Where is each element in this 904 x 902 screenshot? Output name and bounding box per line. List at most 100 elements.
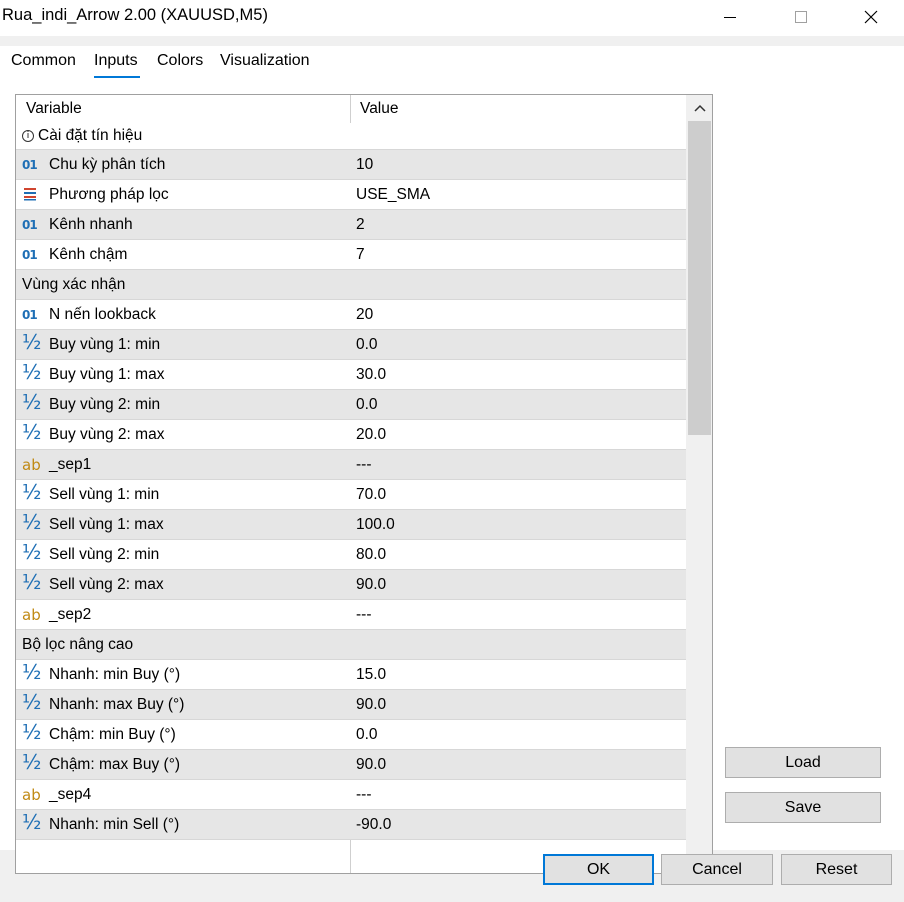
double-icon: ½ bbox=[22, 810, 42, 834]
parameter-row[interactable]: ½ Chậm: max Buy (°) 90.0 bbox=[16, 750, 686, 780]
parameter-value[interactable]: --- bbox=[356, 456, 372, 474]
parameter-row[interactable]: 01 Chu kỳ phân tích 10 bbox=[16, 150, 686, 180]
tabs-spacer bbox=[0, 36, 904, 46]
parameter-value[interactable]: 20.0 bbox=[356, 426, 386, 444]
group-row[interactable]: i Cài đặt tín hiệu bbox=[16, 123, 686, 150]
parameter-name: Nhanh: min Buy (°) bbox=[49, 666, 181, 683]
parameter-value[interactable]: -90.0 bbox=[356, 816, 391, 834]
parameter-value[interactable]: 80.0 bbox=[356, 546, 386, 564]
tab-visualization[interactable]: Visualization bbox=[220, 52, 310, 70]
integer-icon: 01 bbox=[22, 218, 38, 232]
close-button[interactable] bbox=[848, 0, 894, 34]
parameter-name: N nến lookback bbox=[49, 306, 156, 323]
parameter-name: Phương pháp lọc bbox=[49, 186, 169, 203]
grid-rows: i Cài đặt tín hiệu 01 Chu kỳ phân tích 10 Phư… bbox=[16, 123, 686, 840]
double-icon: ½ bbox=[22, 720, 42, 744]
parameter-value[interactable]: 90.0 bbox=[356, 696, 386, 714]
parameter-value[interactable]: 90.0 bbox=[356, 756, 386, 774]
parameter-row[interactable]: ½ Sell vùng 1: min 70.0 bbox=[16, 480, 686, 510]
parameter-value[interactable]: 15.0 bbox=[356, 666, 386, 684]
dialog-content: Common Inputs Colors Visualization Varia… bbox=[0, 46, 904, 874]
parameter-row[interactable]: 01 Kênh nhanh 2 bbox=[16, 210, 686, 240]
parameter-name: Nhanh: max Buy (°) bbox=[49, 696, 185, 713]
ok-button[interactable]: OK bbox=[543, 854, 654, 885]
enum-list-icon bbox=[22, 186, 42, 204]
cancel-button[interactable]: Cancel bbox=[661, 854, 773, 885]
scroll-up-button[interactable] bbox=[686, 95, 712, 121]
group-row[interactable]: Bộ lọc nâng cao bbox=[16, 630, 686, 660]
header-variable[interactable]: Variable bbox=[26, 100, 82, 118]
parameter-row[interactable]: ½ Sell vùng 1: max 100.0 bbox=[16, 510, 686, 540]
parameter-value[interactable]: 90.0 bbox=[356, 576, 386, 594]
reset-button[interactable]: Reset bbox=[781, 854, 892, 885]
parameter-name: Buy vùng 2: min bbox=[49, 396, 161, 413]
parameter-value[interactable]: 10 bbox=[356, 156, 373, 174]
parameter-value[interactable]: --- bbox=[356, 606, 372, 624]
parameter-name: _sep2 bbox=[49, 606, 92, 623]
parameter-row[interactable]: ab _sep2 --- bbox=[16, 600, 686, 630]
parameter-row[interactable]: Phương pháp lọc USE_SMA bbox=[16, 180, 686, 210]
parameter-name: Kênh chậm bbox=[49, 246, 128, 263]
parameter-value[interactable]: 0.0 bbox=[356, 726, 378, 744]
parameter-row[interactable]: ½ Buy vùng 1: min 0.0 bbox=[16, 330, 686, 360]
parameter-value[interactable]: 0.0 bbox=[356, 336, 378, 354]
double-icon: ½ bbox=[22, 480, 42, 504]
inputs-grid: Variable Value i Cài đặt tín hiệu 01 Chu kỳ… bbox=[15, 94, 713, 874]
parameter-row[interactable]: ½ Chậm: min Buy (°) 0.0 bbox=[16, 720, 686, 750]
tab-common[interactable]: Common bbox=[11, 52, 76, 70]
group-row[interactable]: Vùng xác nhận bbox=[16, 270, 686, 300]
parameter-name: Sell vùng 1: max bbox=[49, 516, 164, 533]
parameter-row[interactable]: ab _sep1 --- bbox=[16, 450, 686, 480]
tab-colors[interactable]: Colors bbox=[157, 52, 203, 70]
double-icon: ½ bbox=[22, 510, 42, 534]
parameter-value[interactable]: 30.0 bbox=[356, 366, 386, 384]
parameter-row[interactable]: ½ Buy vùng 2: min 0.0 bbox=[16, 390, 686, 420]
parameter-name: _sep1 bbox=[49, 456, 92, 473]
parameter-row[interactable]: ½ Nhanh: min Sell (°) -90.0 bbox=[16, 810, 686, 840]
parameter-row[interactable]: 01 N nến lookback 20 bbox=[16, 300, 686, 330]
parameter-value[interactable]: 70.0 bbox=[356, 486, 386, 504]
parameter-value[interactable]: 0.0 bbox=[356, 396, 378, 414]
maximize-button[interactable] bbox=[778, 0, 824, 34]
parameter-row[interactable]: 01 Kênh chậm 7 bbox=[16, 240, 686, 270]
double-icon: ½ bbox=[22, 690, 42, 714]
parameter-value[interactable]: 2 bbox=[356, 216, 365, 234]
grid-header: Variable Value bbox=[16, 95, 686, 123]
header-value[interactable]: Value bbox=[360, 100, 399, 118]
parameter-name: Sell vùng 1: min bbox=[49, 486, 160, 503]
load-button[interactable]: Load bbox=[725, 747, 881, 778]
parameter-value[interactable]: 7 bbox=[356, 246, 365, 264]
save-button[interactable]: Save bbox=[725, 792, 881, 823]
parameter-value[interactable]: 20 bbox=[356, 306, 373, 324]
parameter-row[interactable]: ½ Sell vùng 2: max 90.0 bbox=[16, 570, 686, 600]
parameter-row[interactable]: ½ Nhanh: min Buy (°) 15.0 bbox=[16, 660, 686, 690]
double-icon: ½ bbox=[22, 420, 42, 444]
parameter-name: _sep4 bbox=[49, 786, 92, 803]
parameter-value[interactable]: 100.0 bbox=[356, 516, 395, 534]
double-icon: ½ bbox=[22, 570, 42, 594]
parameter-name: Kênh nhanh bbox=[49, 216, 133, 233]
parameter-row[interactable]: ½ Buy vùng 1: max 30.0 bbox=[16, 360, 686, 390]
parameter-name: Vùng xác nhận bbox=[22, 276, 126, 293]
minimize-button[interactable] bbox=[707, 0, 753, 34]
minimize-icon bbox=[724, 16, 736, 18]
double-icon: ½ bbox=[22, 360, 42, 384]
vertical-scrollbar[interactable] bbox=[686, 95, 712, 873]
parameter-row[interactable]: ab _sep4 --- bbox=[16, 780, 686, 810]
title-bar: Rua_indi_Arrow 2.00 (XAUUSD,M5) bbox=[0, 0, 904, 36]
parameter-name: Nhanh: min Sell (°) bbox=[49, 816, 180, 833]
parameter-name: Buy vùng 1: max bbox=[49, 366, 165, 383]
parameter-value[interactable]: --- bbox=[356, 786, 372, 804]
parameter-name: Cài đặt tín hiệu bbox=[38, 127, 143, 144]
parameter-name: Sell vùng 2: max bbox=[49, 576, 164, 593]
parameter-name: Buy vùng 2: max bbox=[49, 426, 165, 443]
active-tab-indicator bbox=[94, 76, 140, 78]
scroll-thumb[interactable] bbox=[688, 121, 711, 435]
string-icon: ab bbox=[22, 456, 41, 474]
parameter-row[interactable]: ½ Buy vùng 2: max 20.0 bbox=[16, 420, 686, 450]
parameter-row[interactable]: ½ Nhanh: max Buy (°) 90.0 bbox=[16, 690, 686, 720]
parameter-value[interactable]: USE_SMA bbox=[356, 186, 430, 204]
parameter-name: Bộ lọc nâng cao bbox=[22, 636, 134, 653]
tab-inputs[interactable]: Inputs bbox=[94, 52, 138, 70]
parameter-row[interactable]: ½ Sell vùng 2: min 80.0 bbox=[16, 540, 686, 570]
